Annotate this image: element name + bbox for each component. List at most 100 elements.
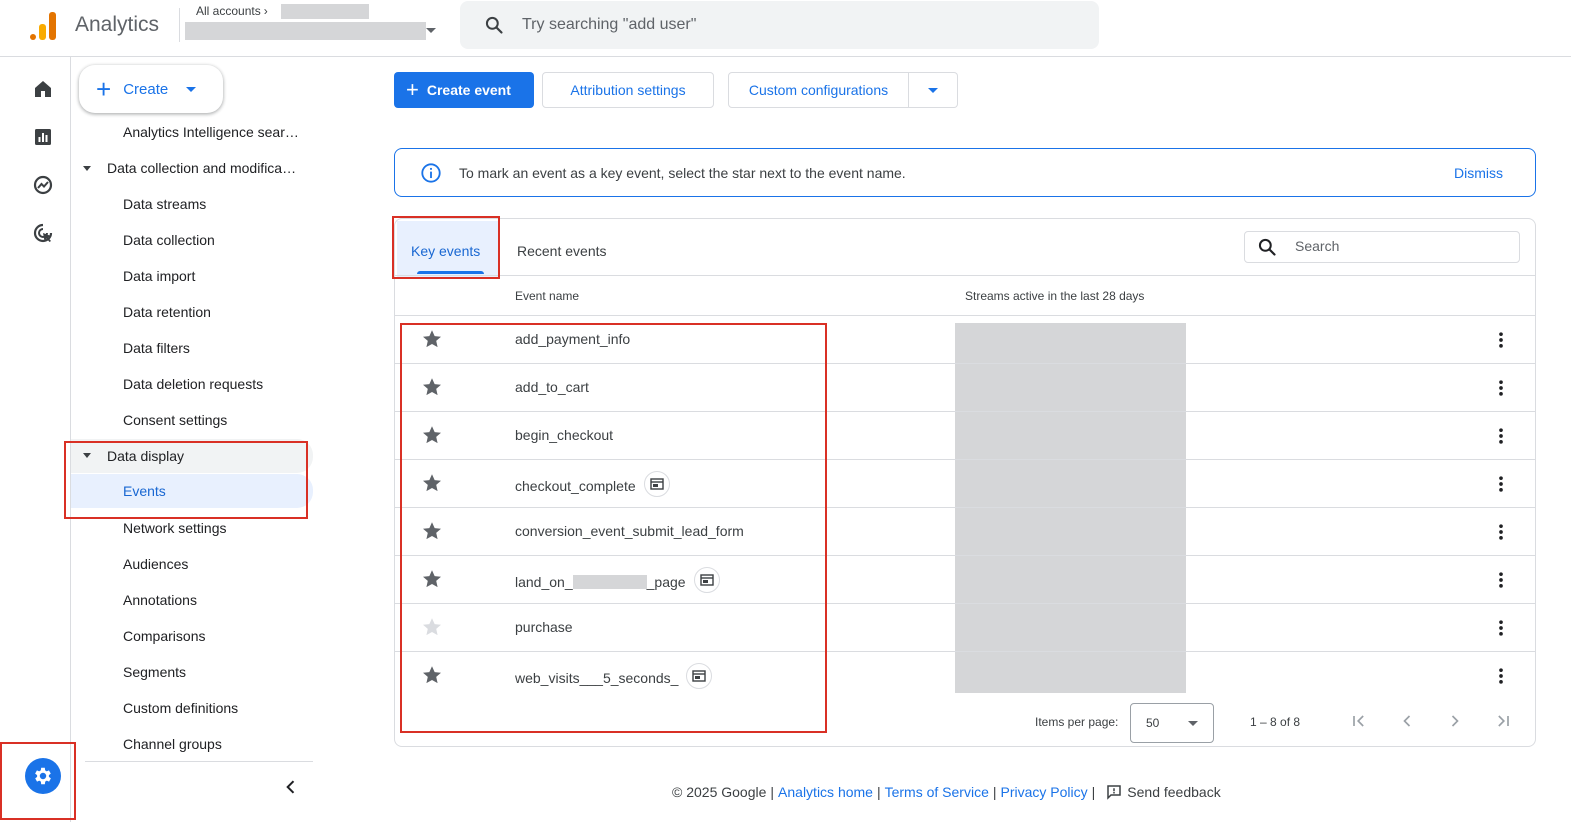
table-row[interactable]: add_payment_info <box>395 316 1535 364</box>
chevron-down-icon[interactable] <box>426 28 436 33</box>
nav-item-events[interactable]: Events <box>71 474 313 508</box>
all-accounts-label: All accounts <box>196 4 261 18</box>
star-icon[interactable] <box>421 328 443 350</box>
analytics-home-link[interactable]: Analytics home <box>778 784 873 800</box>
web-stream-badge-icon[interactable] <box>686 663 713 689</box>
nav-item-data-streams[interactable]: Data streams <box>71 188 313 220</box>
more-vert-icon[interactable] <box>1491 330 1511 350</box>
star-icon[interactable] <box>421 568 443 590</box>
items-per-page-select[interactable]: 50 <box>1130 703 1214 743</box>
feedback-icon <box>1107 785 1122 800</box>
prev-page-icon[interactable] <box>1397 711 1417 731</box>
last-page-icon[interactable] <box>1493 711 1513 731</box>
nav-group-label: Data collection and modifica… <box>107 160 297 176</box>
nav-item-comparisons[interactable]: Comparisons <box>71 620 313 652</box>
nav-item-network-settings[interactable]: Network settings <box>71 512 313 544</box>
chevron-right-icon: › <box>263 4 268 18</box>
event-name-prefix: land_on_ <box>515 574 573 590</box>
more-vert-icon[interactable] <box>1491 570 1511 590</box>
table-search-input[interactable] <box>1295 238 1505 254</box>
nav-item-custom-definitions[interactable]: Custom definitions <box>71 692 313 724</box>
reports-icon[interactable] <box>31 125 55 149</box>
separator: | <box>770 784 775 800</box>
table-row[interactable]: land_on_ _page <box>395 556 1535 604</box>
web-stream-badge-icon[interactable] <box>693 567 720 593</box>
nav-item-annotations[interactable]: Annotations <box>71 584 313 616</box>
explore-icon[interactable] <box>31 173 55 197</box>
star-outline-icon[interactable] <box>421 616 443 638</box>
more-vert-icon[interactable] <box>1491 522 1511 542</box>
attribution-settings-button[interactable]: Attribution settings <box>542 72 714 108</box>
table-search[interactable] <box>1244 231 1520 263</box>
global-search-input[interactable] <box>522 13 1082 37</box>
custom-configurations-button[interactable]: Custom configurations <box>728 72 909 108</box>
more-vert-icon[interactable] <box>1491 426 1511 446</box>
dismiss-button[interactable]: Dismiss <box>1454 165 1503 181</box>
nav-item-data-retention[interactable]: Data retention <box>71 296 313 328</box>
table-row[interactable]: checkout_complete <box>395 460 1535 508</box>
nav-group-data-display[interactable]: Data display <box>71 439 313 473</box>
tab-key-events[interactable]: Key events <box>411 243 480 259</box>
create-event-button[interactable]: + Create event <box>394 72 534 108</box>
nav-item-channel-groups[interactable]: Channel groups <box>71 728 313 760</box>
event-name-suffix: _page <box>646 574 686 590</box>
table-row[interactable]: purchase <box>395 604 1535 652</box>
redacted-property[interactable] <box>185 22 426 40</box>
table-row[interactable]: begin_checkout <box>395 412 1535 460</box>
gear-icon <box>35 767 51 785</box>
next-page-icon[interactable] <box>1445 711 1465 731</box>
home-icon[interactable] <box>31 77 55 101</box>
send-feedback-button[interactable]: Send feedback <box>1105 783 1221 801</box>
create-label: Create <box>123 80 169 98</box>
event-name-text: web_visits___5_seconds_ <box>515 670 679 686</box>
table-row[interactable]: web_visits___5_seconds_ <box>395 652 1535 700</box>
banner-message: To mark an event as a key event, select … <box>459 165 906 181</box>
create-button[interactable]: + Create <box>79 65 223 113</box>
table-row[interactable]: add_to_cart <box>395 364 1535 412</box>
star-icon[interactable] <box>421 424 443 446</box>
tab-recent-events[interactable]: Recent events <box>517 243 607 259</box>
custom-configurations-dropdown[interactable] <box>908 72 958 108</box>
pager-range: 1 – 8 of 8 <box>1250 715 1301 729</box>
nav-item-segments[interactable]: Segments <box>71 656 313 688</box>
advertising-icon[interactable] <box>31 221 55 245</box>
event-name: checkout_complete <box>515 471 670 497</box>
search-icon <box>485 16 503 34</box>
star-icon[interactable] <box>421 664 443 686</box>
chevron-down-icon <box>186 86 197 92</box>
nav-item-analytics-intelligence[interactable]: Analytics Intelligence sear… <box>71 116 313 148</box>
app-name: Analytics <box>75 13 160 36</box>
send-feedback-label: Send feedback <box>1127 784 1221 800</box>
analytics-logo-icon[interactable] <box>30 12 58 40</box>
star-icon[interactable] <box>421 520 443 542</box>
nav-item-data-import[interactable]: Data import <box>71 260 313 292</box>
chevron-left-icon[interactable] <box>281 777 301 797</box>
event-name: add_to_cart <box>515 379 589 395</box>
account-picker[interactable]: All accounts › <box>196 4 268 18</box>
more-vert-icon[interactable] <box>1491 618 1511 638</box>
separator: | <box>1091 784 1096 800</box>
table-row[interactable]: conversion_event_submit_lead_form <box>395 508 1535 556</box>
nav-group-data-collection[interactable]: Data collection and modifica… <box>71 152 313 184</box>
terms-link[interactable]: Terms of Service <box>885 784 989 800</box>
more-vert-icon[interactable] <box>1491 666 1511 686</box>
nav-item-data-collection[interactable]: Data collection <box>71 224 313 256</box>
nav-item-consent-settings[interactable]: Consent settings <box>71 404 313 436</box>
global-search[interactable] <box>460 1 1099 49</box>
star-icon[interactable] <box>421 472 443 494</box>
more-vert-icon[interactable] <box>1491 474 1511 494</box>
star-icon[interactable] <box>421 376 443 398</box>
more-vert-icon[interactable] <box>1491 378 1511 398</box>
nav-item-audiences[interactable]: Audiences <box>71 548 313 580</box>
nav-item-data-deletion-requests[interactable]: Data deletion requests <box>71 368 313 400</box>
footer: © 2025 Google | Analytics home | Terms of … <box>672 783 1221 801</box>
privacy-link[interactable]: Privacy Policy <box>1001 784 1088 800</box>
first-page-icon[interactable] <box>1349 711 1369 731</box>
column-header-event-name[interactable]: Event name <box>515 289 579 303</box>
web-stream-badge-icon[interactable] <box>643 471 670 497</box>
plus-icon: + <box>406 77 419 102</box>
left-rail <box>19 57 71 822</box>
nav-item-data-filters[interactable]: Data filters <box>71 332 313 364</box>
admin-settings-button[interactable] <box>25 758 61 794</box>
top-bar: Analytics All accounts › <box>0 0 1571 57</box>
